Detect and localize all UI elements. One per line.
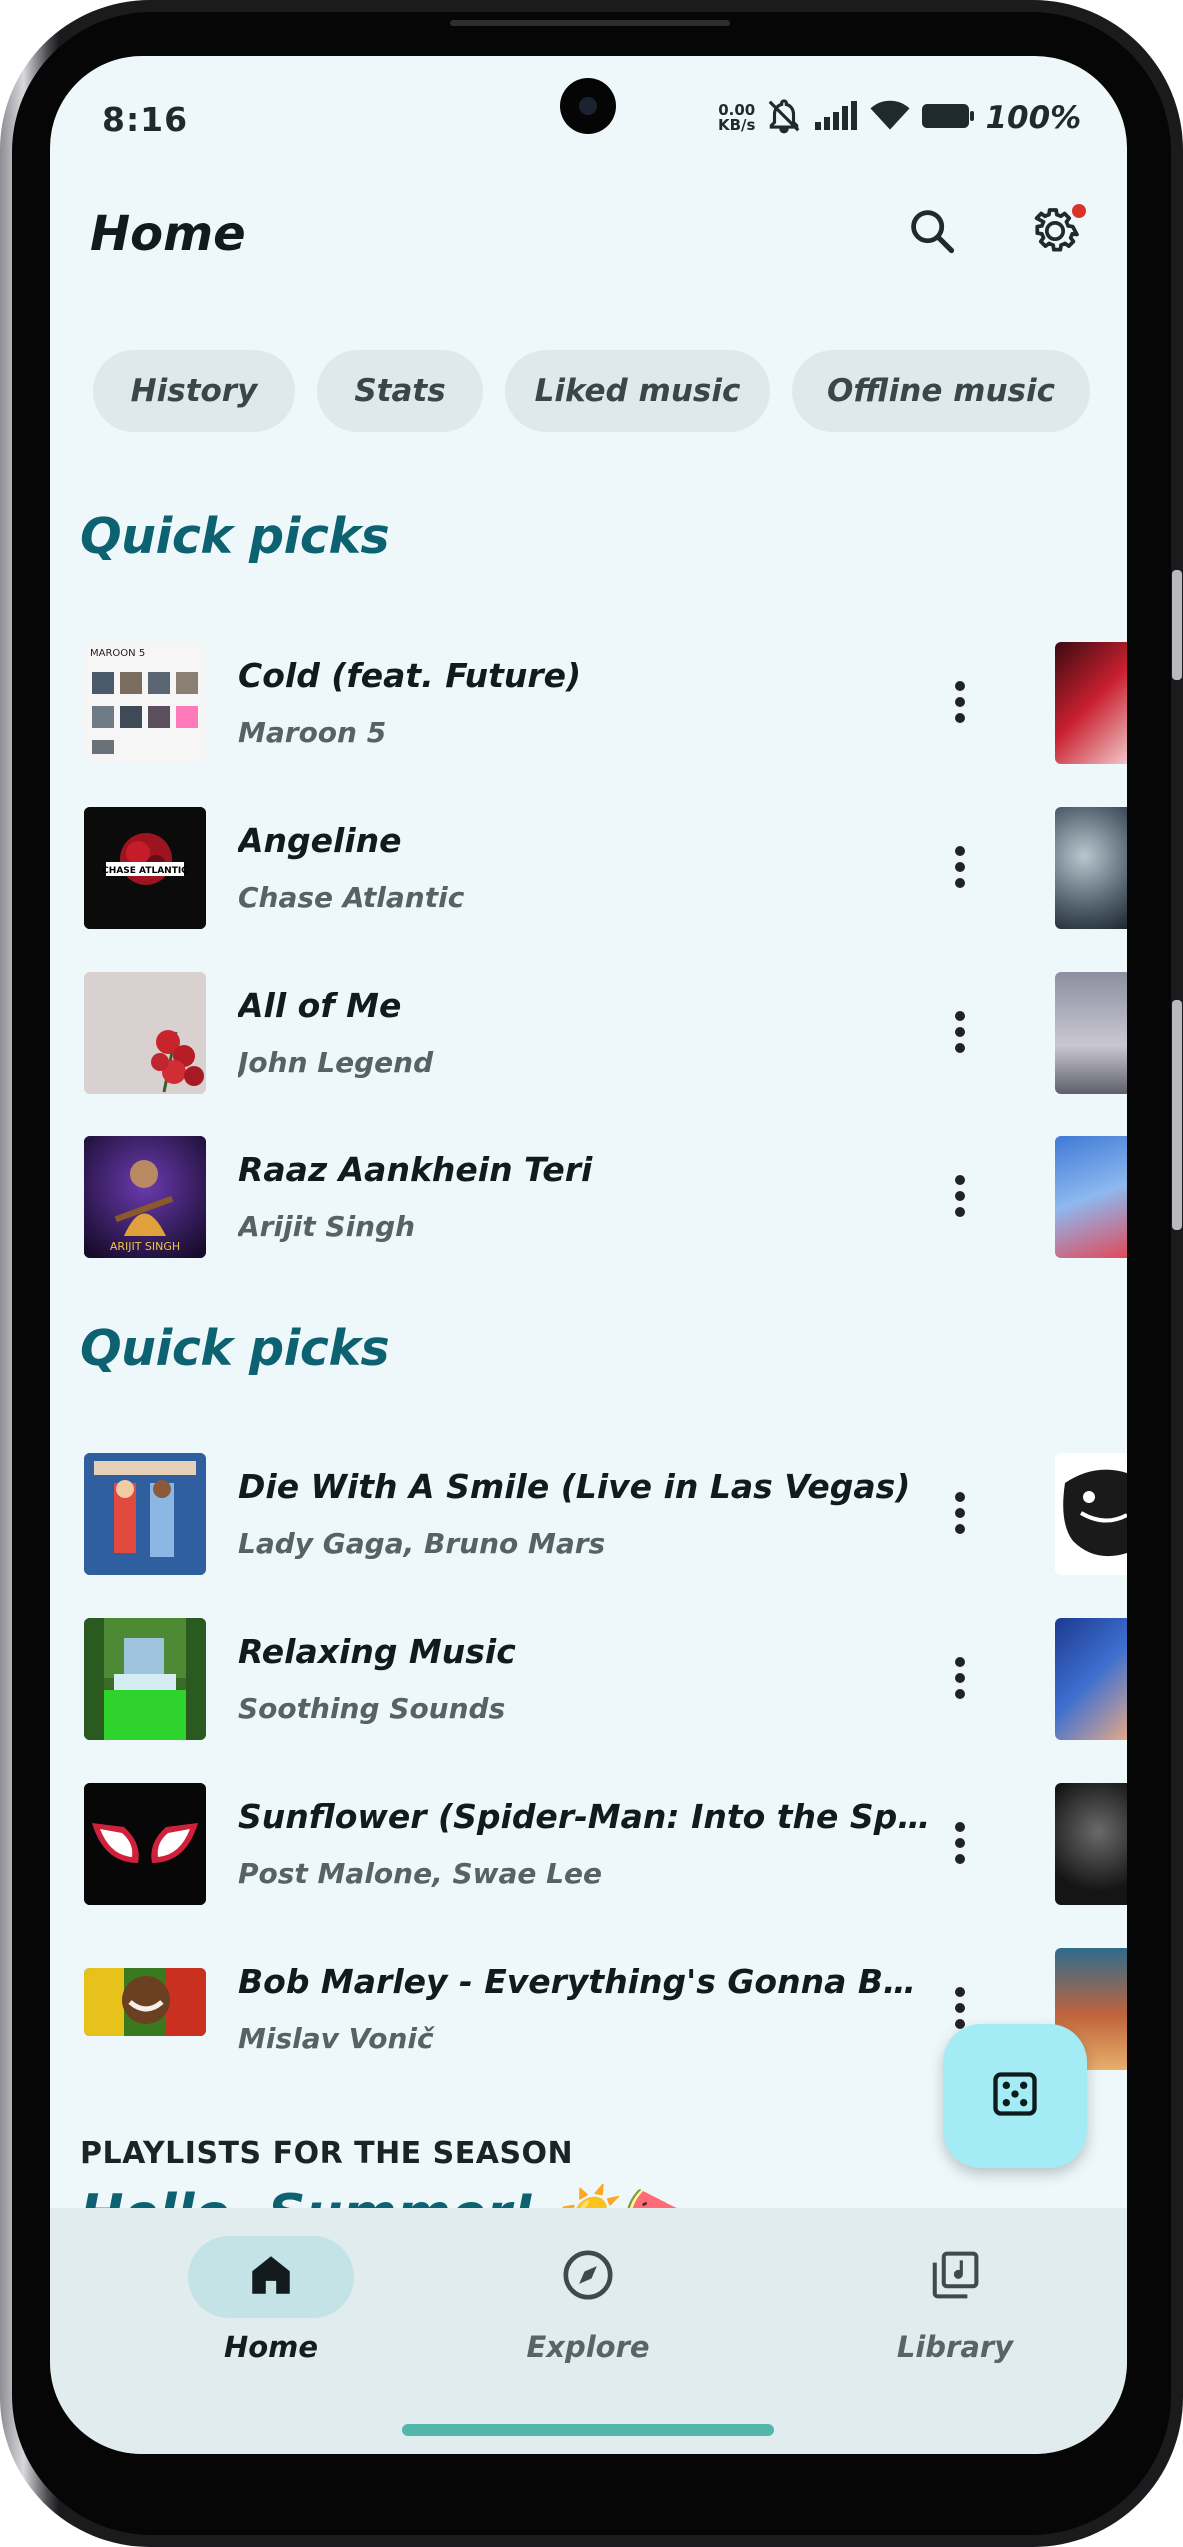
settings-button[interactable] bbox=[1020, 198, 1090, 268]
nav-home[interactable]: Home bbox=[156, 2236, 386, 2376]
app-screen: 8:16 0.00 KB/s 100% Home History Stats L… bbox=[50, 56, 1127, 2454]
more-options-button[interactable] bbox=[930, 1813, 990, 1877]
song-title: All of Me bbox=[238, 986, 402, 1025]
album-art-peek[interactable] bbox=[1055, 807, 1127, 929]
song-title: Cold (feat. Future) bbox=[238, 656, 582, 695]
network-speed: 0.00 KB/s bbox=[718, 103, 755, 133]
more-vert-icon bbox=[954, 680, 966, 728]
album-art bbox=[84, 1783, 206, 1905]
song-row[interactable]: Die With A Smile (Live in Las Vegas) Lad… bbox=[82, 1453, 1127, 1577]
more-options-button[interactable] bbox=[930, 1002, 990, 1066]
song-artist: Chase Atlantic bbox=[238, 881, 465, 914]
nav-library-label: Library bbox=[896, 2330, 1014, 2364]
song-row[interactable]: ARIJIT SINGH Raaz Aankhein Teri Arijit S… bbox=[82, 1136, 1127, 1260]
song-artist: Maroon 5 bbox=[238, 716, 387, 749]
album-art bbox=[84, 1968, 206, 2036]
page-title: Home bbox=[90, 206, 246, 262]
song-title: Raaz Aankhein Teri bbox=[238, 1150, 593, 1189]
album-art-peek[interactable] bbox=[1055, 642, 1127, 764]
section-title[interactable]: Quick picks bbox=[80, 1320, 390, 1377]
search-button[interactable] bbox=[897, 198, 967, 268]
song-row[interactable]: Sunflower (Spider-Man: Into the Spider-V… bbox=[82, 1783, 1127, 1907]
song-artist: Soothing Sounds bbox=[238, 1692, 506, 1725]
more-vert-icon bbox=[954, 1491, 966, 1539]
bottom-navigation: Home Explore Library bbox=[50, 2208, 1127, 2454]
nav-explore[interactable]: Explore bbox=[473, 2236, 703, 2376]
gesture-home-indicator[interactable] bbox=[402, 2424, 774, 2436]
album-art: MAROON 5 bbox=[84, 642, 206, 764]
song-row[interactable]: CHASE ATLANTIC Angeline Chase Atlantic bbox=[82, 807, 1127, 931]
nav-explore-indicator bbox=[505, 2236, 671, 2318]
svg-text:MAROON 5: MAROON 5 bbox=[90, 648, 145, 659]
chip-history[interactable]: History bbox=[93, 350, 295, 432]
earpiece-speaker bbox=[450, 20, 730, 26]
nav-library[interactable]: Library bbox=[840, 2236, 1070, 2376]
song-title: Sunflower (Spider-Man: Into the Spider-V… bbox=[238, 1797, 938, 1836]
song-title: Die With A Smile (Live in Las Vegas) bbox=[238, 1467, 911, 1506]
more-vert-icon bbox=[954, 845, 966, 893]
song-artist: Mislav Vonič bbox=[238, 2022, 434, 2055]
search-icon bbox=[906, 205, 958, 261]
song-artist: Post Malone, Swae Lee bbox=[238, 1857, 602, 1890]
bell-muted-icon bbox=[765, 97, 803, 139]
song-title: Angeline bbox=[238, 821, 402, 860]
home-icon bbox=[246, 2250, 296, 2304]
nav-home-indicator bbox=[188, 2236, 354, 2318]
more-options-button[interactable] bbox=[930, 1483, 990, 1547]
volume-button bbox=[1172, 570, 1182, 680]
filter-chips: History Stats Liked music Offline music bbox=[93, 350, 1090, 432]
nav-library-indicator bbox=[872, 2236, 1038, 2318]
cell-signal-icon bbox=[813, 100, 859, 136]
song-title: Relaxing Music bbox=[238, 1632, 516, 1671]
album-art-peek[interactable] bbox=[1055, 972, 1127, 1094]
nav-home-label: Home bbox=[223, 2330, 319, 2364]
album-art-peek[interactable] bbox=[1055, 1783, 1127, 1905]
network-speed-unit: KB/s bbox=[718, 116, 756, 134]
song-row[interactable]: MAROON 5 Cold (feat. Future) Maroon 5 bbox=[82, 642, 1127, 766]
status-bar: 8:16 0.00 KB/s 100% bbox=[50, 56, 1127, 166]
status-icons: 0.00 KB/s 100% bbox=[718, 98, 1081, 138]
song-title: Bob Marley - Everything's Gonna Be Alrig… bbox=[238, 1962, 938, 2001]
battery-icon bbox=[921, 101, 975, 135]
shuffle-dice-button[interactable] bbox=[943, 2024, 1087, 2168]
power-button bbox=[1172, 1000, 1182, 1230]
more-options-button[interactable] bbox=[930, 672, 990, 736]
library-music-icon bbox=[928, 2248, 982, 2306]
battery-percent: 100% bbox=[985, 100, 1082, 136]
more-options-button[interactable] bbox=[930, 1648, 990, 1712]
album-art bbox=[84, 972, 206, 1094]
album-art-peek[interactable] bbox=[1055, 1453, 1127, 1575]
compass-icon bbox=[560, 2247, 616, 2307]
more-vert-icon bbox=[954, 1010, 966, 1058]
wifi-icon bbox=[869, 99, 911, 137]
more-vert-icon bbox=[954, 1174, 966, 1222]
song-row[interactable]: Relaxing Music Soothing Sounds bbox=[82, 1618, 1127, 1742]
song-artist: John Legend bbox=[238, 1046, 434, 1079]
dice-icon bbox=[989, 2068, 1041, 2124]
album-art: ARIJIT SINGH bbox=[84, 1136, 206, 1258]
more-options-button[interactable] bbox=[930, 1166, 990, 1230]
svg-text:ARIJIT SINGH: ARIJIT SINGH bbox=[110, 1240, 180, 1253]
chip-offline-music[interactable]: Offline music bbox=[792, 350, 1090, 432]
chip-liked-music[interactable]: Liked music bbox=[505, 350, 770, 432]
album-art-peek[interactable] bbox=[1055, 1618, 1127, 1740]
album-art bbox=[84, 1453, 206, 1575]
front-camera bbox=[560, 78, 616, 134]
chip-stats[interactable]: Stats bbox=[317, 350, 483, 432]
song-artist: Lady Gaga, Bruno Mars bbox=[238, 1527, 606, 1560]
album-art bbox=[84, 1618, 206, 1740]
more-options-button[interactable] bbox=[930, 837, 990, 901]
season-section-label: PLAYLISTS FOR THE SEASON bbox=[80, 2136, 574, 2171]
notification-dot bbox=[1072, 204, 1086, 218]
nav-explore-label: Explore bbox=[526, 2330, 650, 2364]
svg-text:CHASE ATLANTIC: CHASE ATLANTIC bbox=[102, 866, 188, 876]
section-title[interactable]: Quick picks bbox=[80, 508, 390, 565]
more-vert-icon bbox=[954, 1821, 966, 1869]
album-art: CHASE ATLANTIC bbox=[84, 807, 206, 929]
more-vert-icon bbox=[954, 1656, 966, 1704]
song-row[interactable]: All of Me John Legend bbox=[82, 972, 1127, 1096]
status-time: 8:16 bbox=[102, 100, 189, 139]
album-art-peek[interactable] bbox=[1055, 1136, 1127, 1258]
song-artist: Arijit Singh bbox=[238, 1210, 416, 1243]
